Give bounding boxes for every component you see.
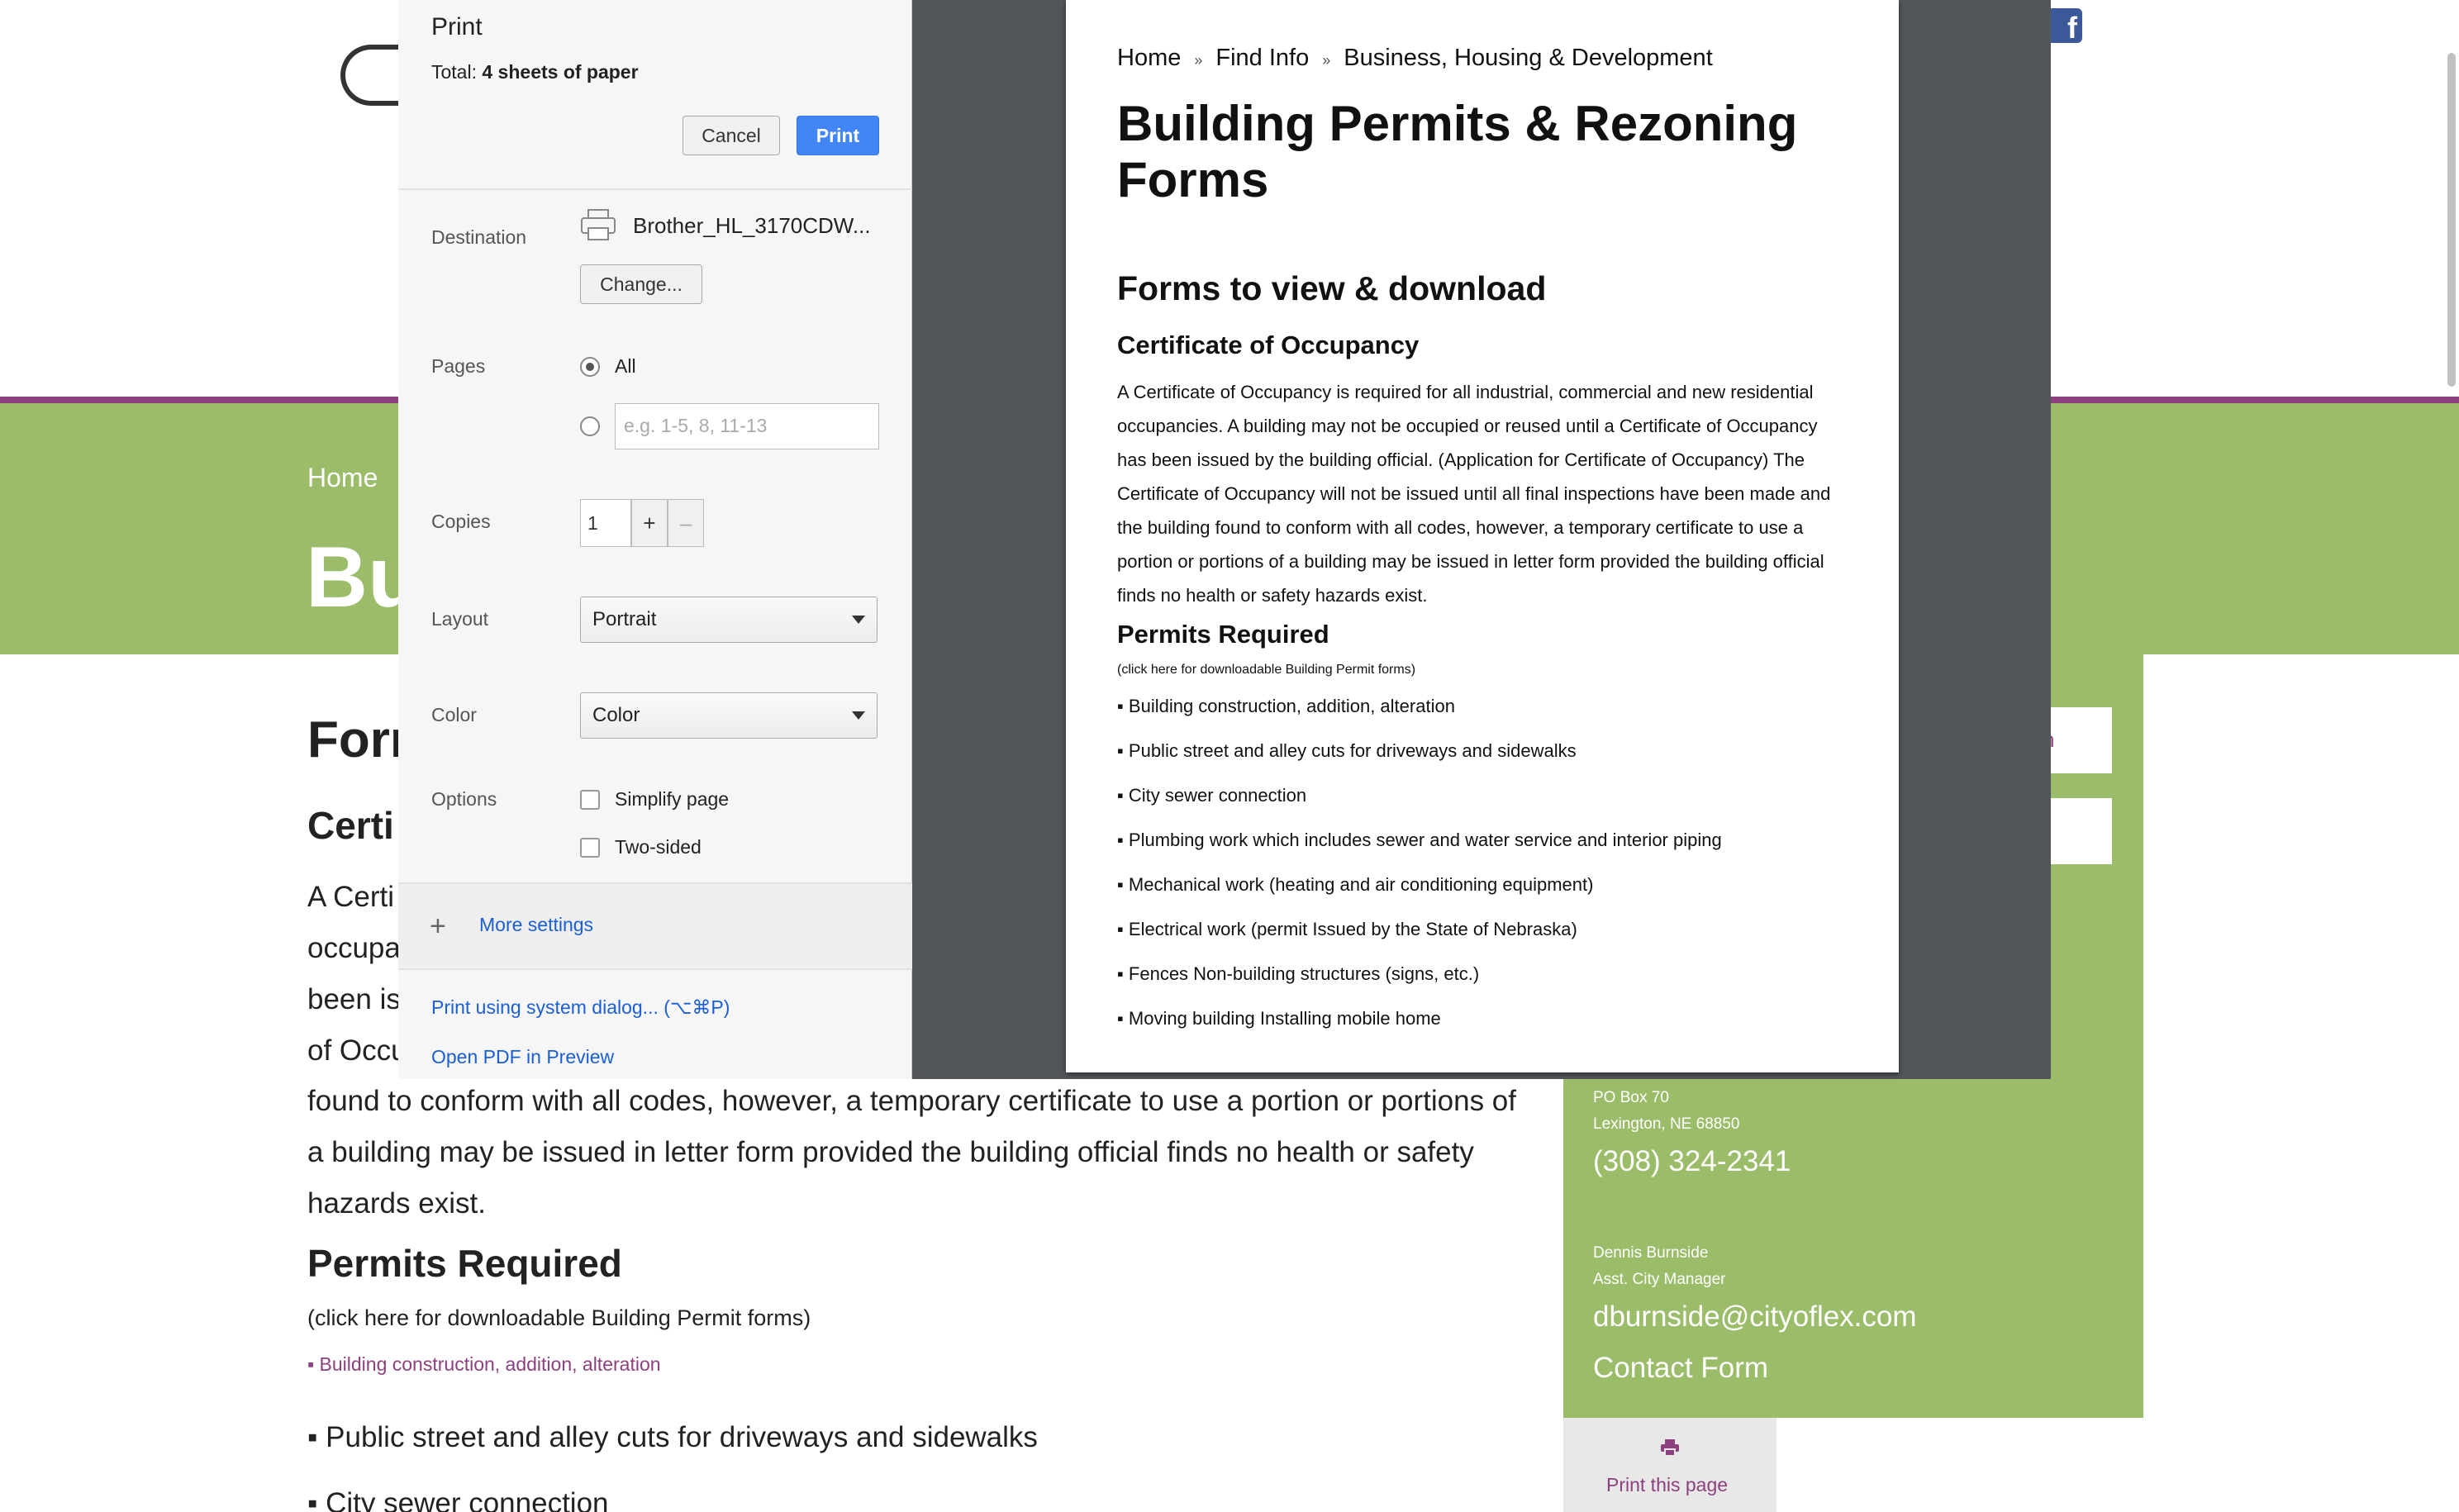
printer-icon	[1661, 1439, 1679, 1456]
pages-all-radio[interactable]	[580, 357, 600, 377]
pages-all-label: All	[615, 355, 636, 377]
permits-forms-link[interactable]: (click here for downloadable Building Pe…	[307, 1305, 811, 1331]
layout-select[interactable]: Portrait	[580, 597, 878, 643]
print-dialog-title: Print	[431, 13, 483, 40]
copies-increment-button[interactable]: +	[631, 499, 668, 547]
list-item[interactable]: ▪ Building construction, addition, alter…	[307, 1353, 661, 1376]
preview-crumb: Home	[1117, 45, 1182, 71]
contact-name: Dennis Burnside	[1593, 1244, 1709, 1262]
list-item: ▪ City sewer connection	[307, 1487, 609, 1512]
open-pdf-link[interactable]: Open PDF in Preview	[431, 1046, 614, 1068]
preview-forms-heading: Forms to view & download	[1117, 269, 1547, 307]
city-address: Lexington, NE 68850	[1593, 1115, 1740, 1133]
preview-list-item: ▪ City sewer connection	[1117, 785, 1307, 806]
color-label: Color	[431, 704, 477, 725]
certificate-heading: Certi	[307, 804, 394, 847]
preview-list-item: ▪ Plumbing work which includes sewer and…	[1117, 830, 1722, 850]
contact-role: Asst. City Manager	[1593, 1271, 1726, 1288]
cancel-button[interactable]: Cancel	[683, 116, 780, 155]
certificate-paragraph: found to conform with all codes, however…	[307, 1085, 1516, 1220]
chevron-down-icon	[852, 616, 865, 624]
copies-input[interactable]: 1	[580, 499, 631, 547]
total-label: Total:	[431, 61, 477, 83]
plus-icon[interactable]: +	[430, 912, 446, 940]
preview-crumb: Find Info	[1215, 45, 1310, 71]
preview-crumb: Business, Housing & Development	[1344, 45, 1713, 71]
destination-printer: Brother_HL_3170CDW...	[633, 213, 871, 238]
simplify-page-label: Simplify page	[615, 788, 730, 810]
scrollbar[interactable]	[2447, 53, 2456, 387]
permits-heading: Permits Required	[307, 1242, 622, 1285]
preview-list-item: ▪ Building construction, addition, alter…	[1117, 696, 1455, 716]
phone-number[interactable]: (308) 324-2341	[1593, 1145, 1791, 1178]
divider	[398, 188, 912, 190]
total-value: 4 sheets of paper	[482, 61, 639, 83]
layout-value: Portrait	[592, 608, 657, 630]
print-button[interactable]: Print	[797, 116, 879, 155]
pages-range-input[interactable]: e.g. 1-5, 8, 11-13	[615, 403, 879, 449]
printer-icon	[581, 209, 616, 240]
preview-list-item: ▪ Electrical work (permit Issued by the …	[1117, 919, 1577, 939]
destination-label: Destination	[431, 226, 527, 248]
more-settings-link[interactable]: More settings	[479, 914, 593, 936]
facebook-icon[interactable]: f	[2048, 8, 2082, 43]
email-link[interactable]: dburnside@cityoflex.com	[1593, 1300, 1917, 1334]
paragraph-fragment: of Occu	[307, 1034, 407, 1067]
copies-decrement-button[interactable]: –	[668, 499, 704, 547]
change-destination-button[interactable]: Change...	[580, 264, 702, 304]
crumb-separator: »	[1322, 52, 1331, 69]
more-settings-row[interactable]	[398, 884, 912, 968]
two-sided-label: Two-sided	[615, 836, 702, 858]
preview-list-item: ▪ Public street and alley cuts for drive…	[1117, 740, 1577, 761]
print-dialog: Print Total: 4 sheets of paper Cancel Pr…	[398, 0, 912, 1079]
preview-permits-heading: Permits Required	[1117, 620, 1329, 649]
list-item: ▪ Public street and alley cuts for drive…	[307, 1421, 1038, 1453]
divider	[398, 968, 912, 970]
color-value: Color	[592, 704, 640, 726]
preview-certificate-heading: Certificate of Occupancy	[1117, 330, 1420, 359]
pages-label: Pages	[431, 355, 486, 377]
preview-list-item: ▪ Fences Non-building structures (signs,…	[1117, 963, 1480, 984]
paragraph-fragment: A Certi	[307, 881, 395, 913]
copies-label: Copies	[431, 511, 491, 532]
divider	[398, 882, 912, 884]
print-page-label: Print this page	[1606, 1474, 1729, 1495]
forms-heading: Forr	[307, 711, 410, 768]
total-sheets: Total: 4 sheets of paper	[431, 61, 639, 83]
layout-label: Layout	[431, 608, 489, 630]
breadcrumb-home[interactable]: Home	[307, 463, 378, 493]
contact-form-link[interactable]: Contact Form	[1593, 1352, 1768, 1385]
preview-list-item: ▪ Moving building Installing mobile home	[1117, 1008, 1441, 1029]
preview-certificate-text: A Certificate of Occupancy is required f…	[1117, 382, 1831, 606]
pages-custom-radio[interactable]	[580, 416, 600, 436]
paragraph-fragment: been is	[307, 983, 401, 1015]
preview-permits-note: (click here for downloadable Building Pe…	[1117, 663, 1416, 677]
po-box: PO Box 70	[1593, 1089, 1669, 1106]
two-sided-checkbox[interactable]	[580, 838, 600, 858]
chevron-down-icon	[852, 711, 865, 720]
preview-breadcrumb: Home » Find Info » Business, Housing & Devel…	[1117, 45, 1713, 72]
paragraph-fragment: occupa	[307, 932, 401, 964]
crumb-separator: »	[1194, 52, 1203, 69]
options-label: Options	[431, 788, 497, 810]
simplify-page-checkbox[interactable]	[580, 790, 600, 810]
system-dialog-link[interactable]: Print using system dialog... (⌥⌘P)	[431, 996, 730, 1019]
preview-page: Home » Find Info » Business, Housing & Devel…	[1066, 0, 1899, 1072]
print-page-button[interactable]	[1563, 1418, 1776, 1512]
preview-title: Building Permits & Rezoning Forms	[1117, 96, 1798, 207]
color-select[interactable]: Color	[580, 692, 878, 739]
preview-list-item: ▪ Mechanical work (heating and air condi…	[1117, 874, 1594, 895]
